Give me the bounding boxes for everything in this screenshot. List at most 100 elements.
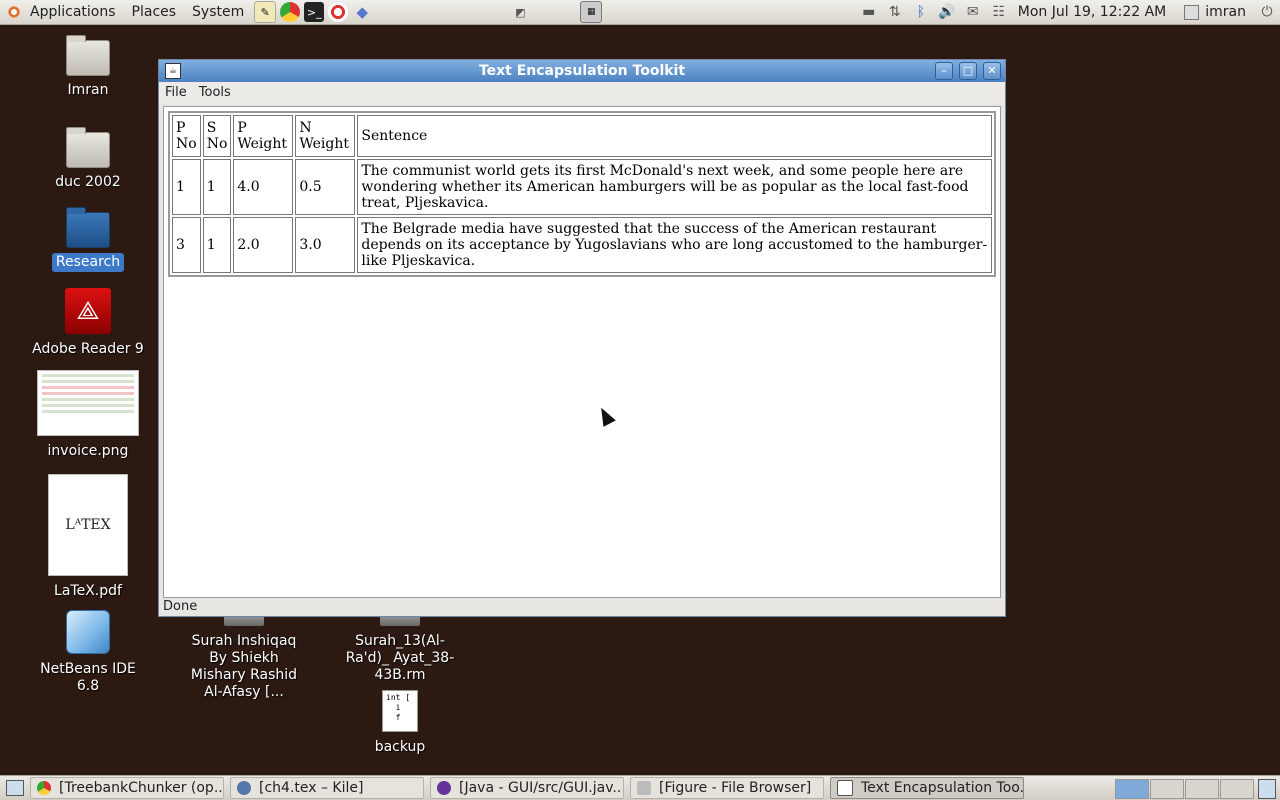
clock[interactable]: Mon Jul 19, 12:22 AM xyxy=(1012,4,1176,20)
workspace-1[interactable] xyxy=(1115,779,1149,799)
cell-sentence: The communist world gets its first McDon… xyxy=(357,159,992,215)
folder-icon xyxy=(66,35,110,76)
cell-s-no: 1 xyxy=(202,217,232,273)
desktop-icon-label: Research xyxy=(51,253,125,272)
window-menubar: File Tools xyxy=(159,82,1005,104)
desktop-icon-invoice[interactable]: invoice.png xyxy=(28,370,148,461)
table-row[interactable]: 1 1 4.0 0.5 The communist world gets its… xyxy=(172,159,992,215)
workspace-switcher xyxy=(1114,779,1254,799)
taskbar-item-eclipse[interactable]: [Java - GUI/src/GUI.jav... xyxy=(430,777,624,799)
taskbar-label: Text Encapsulation Too... xyxy=(861,780,1024,796)
desktop-icon-label: Surah_13(Al-Ra'd)_ Ayat_38-43B.rm xyxy=(345,633,455,683)
desktop-icon-label: Surah Inshiqaq By Shiekh Mishary Rashid … xyxy=(190,633,298,700)
cell-sentence: The Belgrade media have suggested that t… xyxy=(357,217,992,273)
network-tray-icon[interactable]: ⇅ xyxy=(884,2,906,22)
minimize-button[interactable]: – xyxy=(935,62,953,80)
desktop-icon-latex-pdf[interactable]: LᴬTEX LaTeX.pdf xyxy=(28,474,148,601)
show-desktop-icon[interactable] xyxy=(6,780,24,796)
header-sentence[interactable]: Sentence xyxy=(357,115,992,157)
applications-menu[interactable]: Applications xyxy=(22,0,124,24)
ubuntu-logo-icon[interactable] xyxy=(6,4,22,20)
taskbar-item-kile[interactable]: [ch4.tex – Kile] xyxy=(230,777,424,799)
chat-status-icon[interactable]: ☷ xyxy=(988,2,1010,22)
header-n-weight[interactable]: N Weight xyxy=(295,115,356,157)
file-menu[interactable]: File xyxy=(159,82,193,104)
taskbar-item-treebankchunker[interactable]: [TreebankChunker (op... xyxy=(30,777,224,799)
table-row[interactable]: 3 1 2.0 3.0 The Belgrade media have sugg… xyxy=(172,217,992,273)
java-app-icon xyxy=(837,780,853,796)
maximize-button[interactable]: □ xyxy=(959,62,977,80)
workspace-3[interactable] xyxy=(1185,779,1219,799)
user-menu[interactable]: imran xyxy=(1176,4,1254,20)
desktop-icon-label: Adobe Reader 9 xyxy=(32,341,144,357)
desktop-icon-research[interactable]: Research xyxy=(28,207,148,272)
app-launcher-icon[interactable]: ◆ xyxy=(352,2,372,22)
taskbar-item-text-encapsulation[interactable]: Text Encapsulation Too... xyxy=(830,777,1024,799)
desktop-icon-label: LaTeX.pdf xyxy=(54,583,122,599)
kile-icon xyxy=(237,781,251,795)
bluetooth-icon[interactable]: ᛒ xyxy=(910,2,932,22)
taskbar-label: [TreebankChunker (op... xyxy=(59,780,224,796)
desktop-icon-backup[interactable]: int [ i f backup xyxy=(340,690,460,757)
adobe-reader-icon: ⟁ xyxy=(65,288,111,334)
workspace-2[interactable] xyxy=(1150,779,1184,799)
desktop-icon-label: NetBeans IDE 6.8 xyxy=(40,661,136,694)
cell-n-weight: 0.5 xyxy=(295,159,356,215)
sentence-table: P No S No P Weight N Weight Sentence 1 1 4.0… xyxy=(168,111,996,277)
text-encapsulation-window: ☕ Text Encapsulation Toolkit – □ ✕ File … xyxy=(158,59,1006,617)
window-title: Text Encapsulation Toolkit xyxy=(478,63,686,79)
user-name: imran xyxy=(1205,4,1246,20)
window-app-icon[interactable]: ☕ xyxy=(165,63,181,79)
volume-icon[interactable]: 🔊 xyxy=(936,2,958,22)
status-bar: Done xyxy=(163,599,198,614)
desktop-icon-duc-2002[interactable]: duc 2002 xyxy=(28,127,148,192)
netbeans-icon xyxy=(66,610,110,654)
text-file-icon: int [ i f xyxy=(382,690,418,732)
taskbar-label: [ch4.tex – Kile] xyxy=(259,780,364,796)
user-status-icon xyxy=(1184,4,1200,20)
power-icon[interactable]: ⏻ xyxy=(1256,2,1278,22)
header-p-weight[interactable]: P Weight xyxy=(233,115,294,157)
header-s-no[interactable]: S No xyxy=(202,115,232,157)
top-panel: Applications Places System ✎ >_ ◆ ◩ ▦ ▬ … xyxy=(0,0,1280,25)
close-button[interactable]: ✕ xyxy=(983,62,1001,80)
header-p-no[interactable]: P No xyxy=(172,115,201,157)
desktop-icon-label: Imran xyxy=(67,82,109,98)
terminal-launcher-icon[interactable]: >_ xyxy=(304,2,325,22)
chrome-icon xyxy=(37,781,51,795)
desktop-icon-adobe-reader[interactable]: ⟁ Adobe Reader 9 xyxy=(28,288,148,359)
cell-p-weight: 2.0 xyxy=(233,217,294,273)
cell-p-no: 1 xyxy=(172,159,201,215)
desktop-icon-label: backup xyxy=(374,739,426,755)
help-launcher-icon[interactable] xyxy=(328,2,349,22)
desktop-icon-imran[interactable]: Imran xyxy=(28,35,148,100)
cell-p-weight: 4.0 xyxy=(233,159,294,215)
mail-icon[interactable]: ✉ xyxy=(962,2,984,22)
desktop-icon-surah-13[interactable]: Surah_13(Al-Ra'd)_ Ayat_38-43B.rm xyxy=(336,612,464,685)
bottom-panel: [TreebankChunker (op... [ch4.tex – Kile]… xyxy=(0,775,1280,800)
chrome-launcher-icon[interactable] xyxy=(280,2,301,22)
pdf-thumbnail-icon: LᴬTEX xyxy=(48,474,128,576)
window-titlebar[interactable]: ☕ Text Encapsulation Toolkit – □ ✕ xyxy=(159,60,1005,82)
taskbar-label: [Java - GUI/src/GUI.jav... xyxy=(459,780,624,796)
screenshot-launcher-icon[interactable]: ◩ xyxy=(510,2,530,22)
content-area: P No S No P Weight N Weight Sentence 1 1 4.0… xyxy=(163,106,1001,598)
desktop-icon-surah-inshiqaq[interactable]: Surah Inshiqaq By Shiekh Mishary Rashid … xyxy=(180,612,308,702)
cell-p-no: 3 xyxy=(172,217,201,273)
workspace-4[interactable] xyxy=(1220,779,1254,799)
desktop-icon-netbeans[interactable]: NetBeans IDE 6.8 xyxy=(28,610,148,696)
system-menu[interactable]: System xyxy=(184,0,252,24)
folder-icon xyxy=(66,127,110,168)
places-menu[interactable]: Places xyxy=(124,0,185,24)
text-editor-launcher-icon[interactable]: ✎ xyxy=(254,1,277,23)
eclipse-icon xyxy=(437,781,451,795)
taskbar-label: [Figure - File Browser] xyxy=(659,780,812,796)
trash-icon[interactable] xyxy=(1258,779,1276,799)
file-browser-icon xyxy=(637,781,651,795)
tools-menu[interactable]: Tools xyxy=(193,82,237,104)
cell-n-weight: 3.0 xyxy=(295,217,356,273)
taskbar-item-file-browser[interactable]: [Figure - File Browser] xyxy=(630,777,824,799)
calculator-launcher-icon[interactable]: ▦ xyxy=(580,1,603,23)
folder-tray-icon[interactable]: ▬ xyxy=(858,2,880,22)
desktop-icon-label: duc 2002 xyxy=(55,174,121,190)
